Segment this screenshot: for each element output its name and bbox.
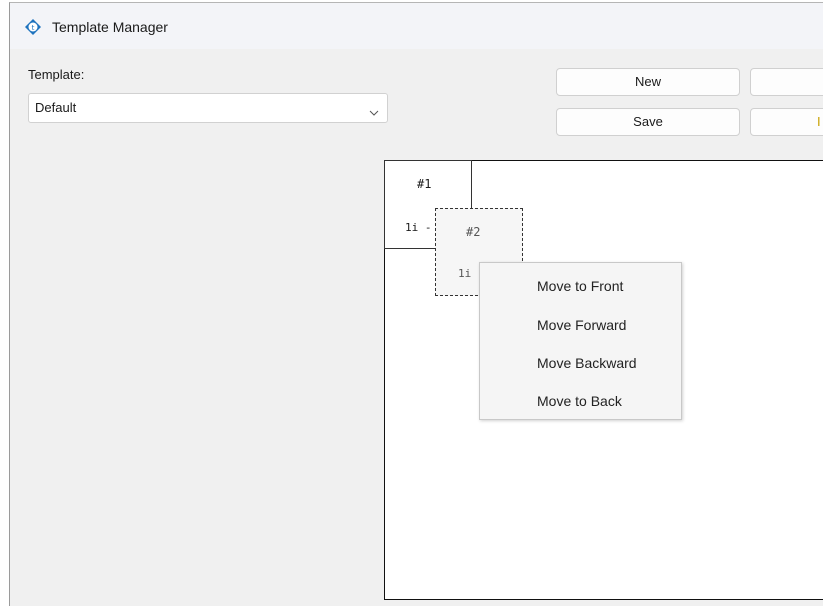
template-dropdown[interactable]: Default xyxy=(28,93,388,123)
menu-item-move-to-back[interactable]: Move to Back xyxy=(480,382,681,420)
menu-item-move-to-front[interactable]: Move to Front xyxy=(480,267,681,305)
svg-text:t: t xyxy=(32,24,35,32)
app-logo-icon: t xyxy=(25,19,41,35)
menu-item-move-backward[interactable]: Move Backward xyxy=(480,344,681,382)
new-button[interactable]: New xyxy=(556,68,740,96)
context-menu: Move to Front Move Forward Move Backward… xyxy=(479,262,682,420)
template-selected-value: Default xyxy=(35,100,77,115)
title-bar[interactable]: t Template Manager xyxy=(10,3,823,49)
window-title: Template Manager xyxy=(52,19,168,35)
element-id: #1 xyxy=(417,177,432,191)
template-label: Template: xyxy=(28,67,85,82)
partial-button-bottom[interactable]: I xyxy=(750,108,823,136)
partial-button-top[interactable] xyxy=(750,68,823,96)
menu-item-move-forward[interactable]: Move Forward xyxy=(480,306,681,344)
element-id: #2 xyxy=(466,225,481,239)
template-manager-window: t Template Manager Template: Default New… xyxy=(9,2,823,606)
chevron-down-icon xyxy=(369,104,379,119)
save-button[interactable]: Save xyxy=(556,108,740,136)
partial-button-label: I xyxy=(817,114,821,129)
